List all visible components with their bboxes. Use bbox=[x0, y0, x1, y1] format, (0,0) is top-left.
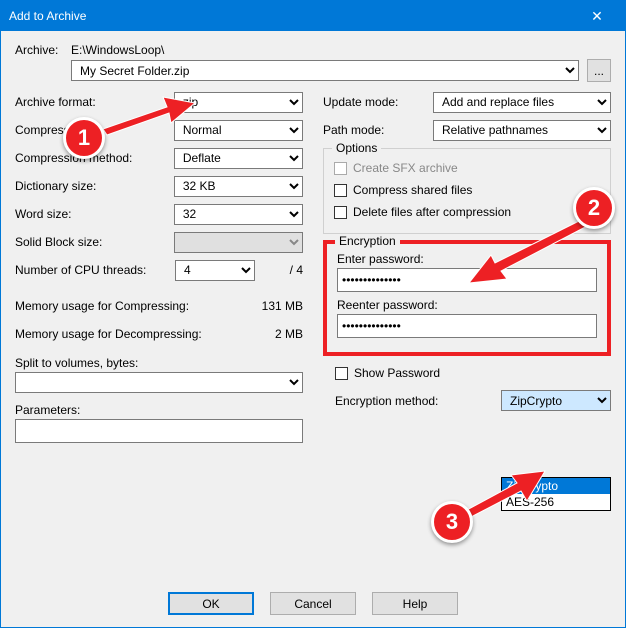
split-volumes-select[interactable] bbox=[15, 372, 303, 393]
show-password-checkbox[interactable] bbox=[335, 367, 348, 380]
archive-path: E:\WindowsLoop\ bbox=[71, 43, 164, 57]
shared-checkbox[interactable] bbox=[334, 184, 347, 197]
annotation-badge-2: 2 bbox=[573, 187, 615, 229]
delete-checkbox[interactable] bbox=[334, 206, 347, 219]
sfx-checkbox-row: Create SFX archive bbox=[334, 157, 600, 179]
word-size-label: Word size: bbox=[15, 207, 174, 221]
split-volumes-label: Split to volumes, bytes: bbox=[15, 356, 303, 370]
archive-label: Archive: bbox=[15, 43, 71, 57]
shared-label: Compress shared files bbox=[353, 183, 472, 197]
annotation-badge-3: 3 bbox=[431, 501, 473, 543]
help-button[interactable]: Help bbox=[372, 592, 458, 615]
annotation-arrow-3 bbox=[457, 465, 547, 515]
encryption-method-label: Encryption method: bbox=[335, 394, 438, 408]
path-mode-label: Path mode: bbox=[323, 123, 433, 137]
show-password-row[interactable]: Show Password bbox=[335, 362, 611, 384]
update-mode-select[interactable]: Add and replace files bbox=[433, 92, 611, 113]
cpu-threads-label: Number of CPU threads: bbox=[15, 263, 175, 277]
cpu-total: / 4 bbox=[255, 263, 303, 277]
ok-button[interactable]: OK bbox=[168, 592, 254, 615]
encryption-title: Encryption bbox=[335, 234, 400, 248]
archive-filename-select[interactable]: My Secret Folder.zip bbox=[71, 60, 579, 81]
titlebar: Add to Archive ✕ bbox=[1, 1, 625, 31]
word-size-select[interactable]: 32 bbox=[174, 204, 303, 225]
compression-method-select[interactable]: Deflate bbox=[174, 148, 303, 169]
mem-decompress-label: Memory usage for Decompressing: bbox=[15, 327, 275, 341]
options-title: Options bbox=[332, 141, 381, 155]
parameters-label: Parameters: bbox=[15, 403, 303, 417]
sfx-label: Create SFX archive bbox=[353, 161, 458, 175]
mem-compress-label: Memory usage for Compressing: bbox=[15, 299, 262, 313]
annotation-badge-1: 1 bbox=[63, 117, 105, 159]
button-bar: OK Cancel Help bbox=[1, 592, 625, 615]
mem-decompress-value: 2 MB bbox=[275, 327, 303, 341]
cpu-threads-select[interactable]: 4 bbox=[175, 260, 255, 281]
close-icon[interactable]: ✕ bbox=[577, 1, 617, 31]
window: Add to Archive ✕ Archive: E:\WindowsLoop… bbox=[0, 0, 626, 628]
left-column: Archive format: zip Compressi Normal Com… bbox=[15, 88, 303, 443]
shared-checkbox-row[interactable]: Compress shared files bbox=[334, 179, 600, 201]
window-title: Add to Archive bbox=[9, 9, 577, 23]
path-mode-select[interactable]: Relative pathnames bbox=[433, 120, 611, 141]
sfx-checkbox bbox=[334, 162, 347, 175]
solid-block-select bbox=[174, 232, 303, 253]
solid-block-label: Solid Block size: bbox=[15, 235, 174, 249]
annotation-arrow-2 bbox=[461, 219, 601, 289]
encryption-method-select[interactable]: ZipCrypto bbox=[501, 390, 611, 411]
delete-label: Delete files after compression bbox=[353, 205, 511, 219]
update-mode-label: Update mode: bbox=[323, 95, 433, 109]
reenter-password-input[interactable] bbox=[337, 314, 597, 338]
dictionary-size-select[interactable]: 32 KB bbox=[174, 176, 303, 197]
reenter-password-label: Reenter password: bbox=[337, 298, 597, 312]
mem-compress-value: 131 MB bbox=[262, 299, 303, 313]
cancel-button[interactable]: Cancel bbox=[270, 592, 356, 615]
browse-button[interactable]: ... bbox=[587, 59, 611, 82]
annotation-arrow-1 bbox=[97, 95, 197, 135]
show-password-label: Show Password bbox=[354, 366, 440, 380]
parameters-input[interactable] bbox=[15, 419, 303, 443]
dictionary-size-label: Dictionary size: bbox=[15, 179, 174, 193]
